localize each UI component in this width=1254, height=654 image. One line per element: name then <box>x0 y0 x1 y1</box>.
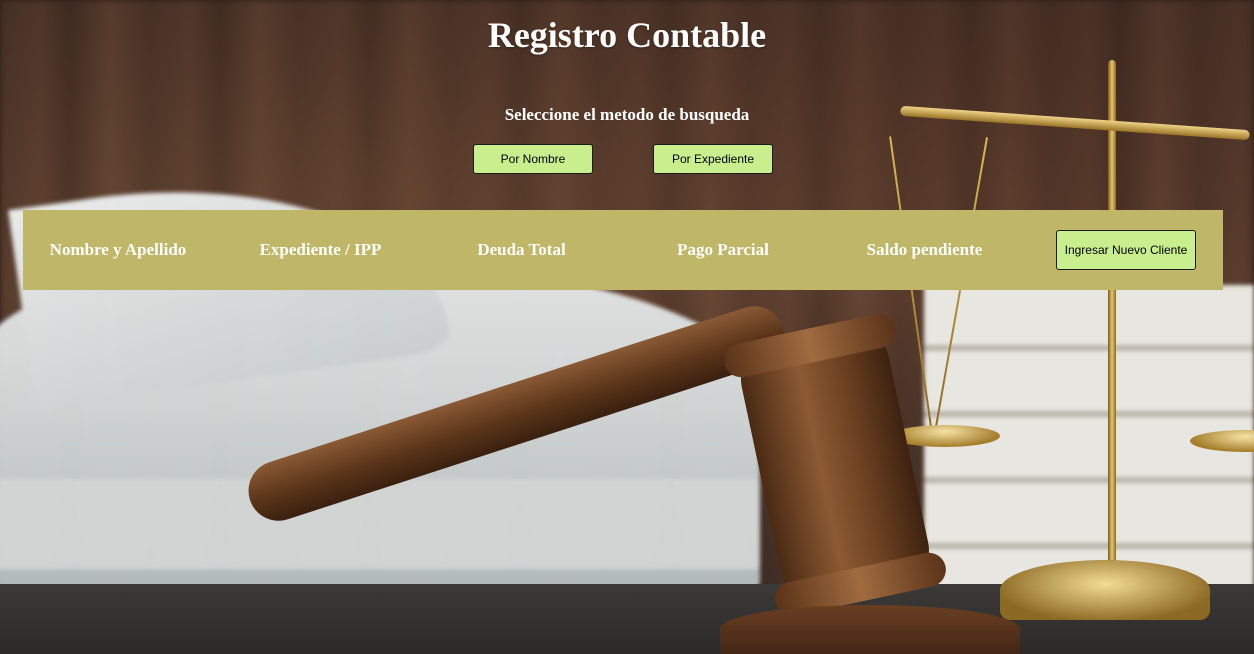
search-by-name-button[interactable]: Por Nombre <box>473 144 593 174</box>
page-title: Registro Contable <box>487 15 767 55</box>
scales-pole <box>1108 60 1116 600</box>
table-header: Nombre y Apellido Expediente / IPP Deuda… <box>23 210 1223 290</box>
column-header-file: Expediente / IPP <box>259 240 382 259</box>
gavel-sound-block <box>720 605 1020 654</box>
add-client-button[interactable]: Ingresar Nuevo Cliente <box>1056 230 1196 270</box>
search-by-file-button[interactable]: Por Expediente <box>653 144 773 174</box>
column-header-partial-payment: Pago Parcial <box>677 240 769 259</box>
search-method-prompt: Seleccione el metodo de busqueda <box>504 105 750 124</box>
column-header-name: Nombre y Apellido <box>49 240 187 259</box>
scales-base <box>1000 560 1210 620</box>
background-image <box>0 0 1254 654</box>
column-header-total-debt: Deuda Total <box>477 240 566 259</box>
column-header-pending-balance: Saldo pendiente <box>866 240 983 259</box>
